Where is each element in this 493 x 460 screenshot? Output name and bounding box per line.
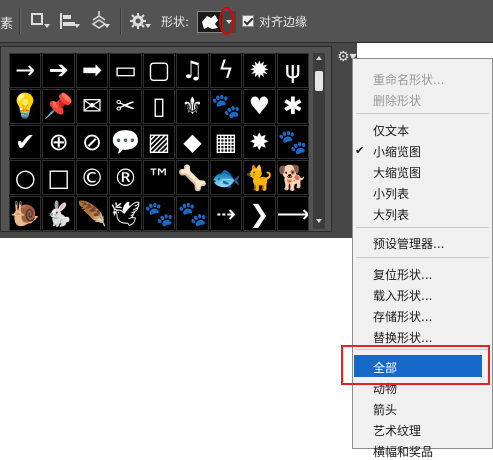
shape-thumbnail[interactable]: ✸ (243, 124, 276, 160)
shape-thumbnail[interactable]: ➡ (75, 53, 109, 88)
align-edges-label: 对齐边缘 (259, 15, 308, 29)
annotation-red-circle (219, 7, 234, 35)
menu-item[interactable]: 艺术纹理 (373, 422, 421, 439)
shape-thumbnail[interactable]: ✂ (109, 88, 142, 124)
path-operations-icon[interactable] (28, 10, 50, 32)
shape-thumbnail[interactable]: ♥ (243, 88, 276, 124)
shape-thumbnail[interactable]: 🐕 (276, 160, 309, 196)
scroll-up-arrow-icon[interactable] (316, 56, 322, 60)
shape-thumbnail[interactable]: → (9, 53, 42, 88)
toolbar-separator (19, 8, 21, 34)
shape-thumbnail[interactable]: □ (42, 160, 75, 196)
scrollbar-thumb[interactable] (315, 71, 323, 91)
menu-separator (356, 227, 489, 228)
shape-thumbnail[interactable]: ™ (142, 160, 176, 196)
menu-item: 删除形状 (373, 94, 422, 108)
shape-thumbnail[interactable]: ® (109, 160, 142, 196)
toolbar-left-text: 素 (0, 17, 14, 32)
shape-thumbnail[interactable]: 🐾 (276, 124, 309, 160)
shape-thumbnail[interactable]: 🕊 (109, 196, 142, 231)
menu-item[interactable]: 替换形状... (373, 329, 432, 346)
shape-thumbnail[interactable]: ⚜ (176, 88, 209, 124)
shape-thumbnail[interactable]: ♫ (176, 53, 209, 88)
shape-thumbnail[interactable]: ▢ (142, 53, 176, 88)
shape-panel-menu: 重命名形状... 删除形状仅文本小缩览图 ✔ 大缩览图小列表大列表预设管理器... 复位… (352, 58, 493, 459)
menu-item[interactable]: 存储形状... (373, 308, 432, 325)
shape-thumbnail[interactable]: ϟ (209, 53, 243, 88)
shape-label: 形状: (161, 15, 190, 29)
menu-item[interactable]: 小缩览图 (373, 143, 421, 160)
path-alignment-icon[interactable] (58, 10, 80, 32)
menu-item[interactable]: 大列表 (373, 206, 409, 223)
shape-thumbnail[interactable]: 🐇 (42, 196, 75, 231)
shape-thumbnail[interactable]: ✹ (243, 53, 276, 88)
shape-thumbnail[interactable]: 🐾 (176, 196, 209, 231)
shape-thumbnail[interactable]: 🐾 (142, 196, 176, 231)
shape-thumbnail[interactable]: 📌 (42, 88, 75, 124)
shape-thumbnail[interactable]: ❯ (243, 196, 276, 231)
shape-thumbnail[interactable]: 💬 (109, 124, 142, 160)
shape-thumbnail[interactable]: © (75, 160, 109, 196)
shape-thumbnail[interactable]: ▯ (142, 88, 176, 124)
shape-thumbnail[interactable]: ➔ (42, 53, 75, 88)
shape-thumbnail[interactable]: ⇢ (209, 196, 243, 231)
shape-thumbnail-grid: → ➔ ➡ ▭ ▢ ♫ ϟ ✹ ψ 💡 📌 ✉ ✂ ▯ ⚜ 🐾 ♥ ✱ ✔ ⊕ ⊘ 💬 ▨ ◆ ▦ ✸ 🐾 ○ □ © ® ™ 🦴 🐟 🐈 🐕 🐌 🐇 🪶 🕊… (9, 53, 309, 231)
menu-separator (356, 113, 489, 114)
shape-thumbnail[interactable]: 🐈 (243, 160, 276, 196)
checkmark-icon: ✔ (355, 144, 365, 157)
shape-thumbnail[interactable]: 🐾 (209, 88, 243, 124)
menu-item[interactable]: 横幅和奖品 (373, 443, 433, 460)
shape-thumbnail[interactable]: ✔ (9, 124, 42, 160)
menu-separator (356, 257, 489, 258)
shape-thumbnail[interactable]: ⊕ (42, 124, 75, 160)
toolbar-separator (120, 8, 122, 34)
shape-thumbnail[interactable]: ▭ (109, 53, 142, 88)
menu-item: 重命名形状... (373, 73, 445, 87)
shape-thumbnail[interactable]: ⟶ (276, 196, 309, 231)
annotation-red-rectangle (341, 345, 490, 385)
shape-thumbnail[interactable]: ψ (276, 53, 309, 88)
scroll-down-arrow-icon[interactable] (316, 219, 322, 223)
shape-thumbnail[interactable]: ▨ (142, 124, 176, 160)
align-edges-checkbox[interactable] (242, 15, 254, 27)
shape-thumbnail[interactable]: ✉ (75, 88, 109, 124)
shape-thumbnail[interactable]: 🪶 (75, 196, 109, 231)
shape-thumbnail[interactable]: ⊘ (75, 124, 109, 160)
menu-item[interactable]: 小列表 (373, 185, 409, 202)
menu-item[interactable]: 预设管理器... (373, 235, 444, 252)
menu-item[interactable]: 大缩览图 (373, 164, 421, 181)
options-toolbar: 素 形状: 对齐边缘 (0, 0, 493, 43)
path-arrangement-icon[interactable] (88, 10, 110, 32)
shape-thumbnail[interactable]: 🐌 (9, 196, 42, 231)
menu-item[interactable]: 复位形状... (373, 266, 432, 283)
shape-thumbnail[interactable]: 💡 (9, 88, 42, 124)
menu-item[interactable]: 仅文本 (373, 122, 409, 139)
shape-thumbnail[interactable]: ○ (9, 160, 42, 196)
shape-picker-panel: → ➔ ➡ ▭ ▢ ♫ ϟ ✹ ψ 💡 📌 ✉ ✂ ▯ ⚜ 🐾 ♥ ✱ ✔ ⊕ ⊘ 💬 ▨ ◆ ▦ ✸ 🐾 ○ □ © ® ™ 🦴 🐟 🐈 🐕 🐌 🐇 🪶 🕊… (0, 46, 332, 232)
shape-thumbnail[interactable]: ◆ (176, 124, 209, 160)
shape-thumbnail[interactable]: 🐟 (209, 160, 243, 196)
shape-thumbnail[interactable]: ✱ (276, 88, 309, 124)
menu-item[interactable]: 载入形状... (373, 287, 432, 304)
gear-icon[interactable] (128, 10, 151, 32)
shape-thumbnail[interactable]: 🦴 (176, 160, 209, 196)
shape-thumbnail[interactable]: ▦ (209, 124, 243, 160)
menu-item[interactable]: 箭头 (373, 401, 397, 418)
